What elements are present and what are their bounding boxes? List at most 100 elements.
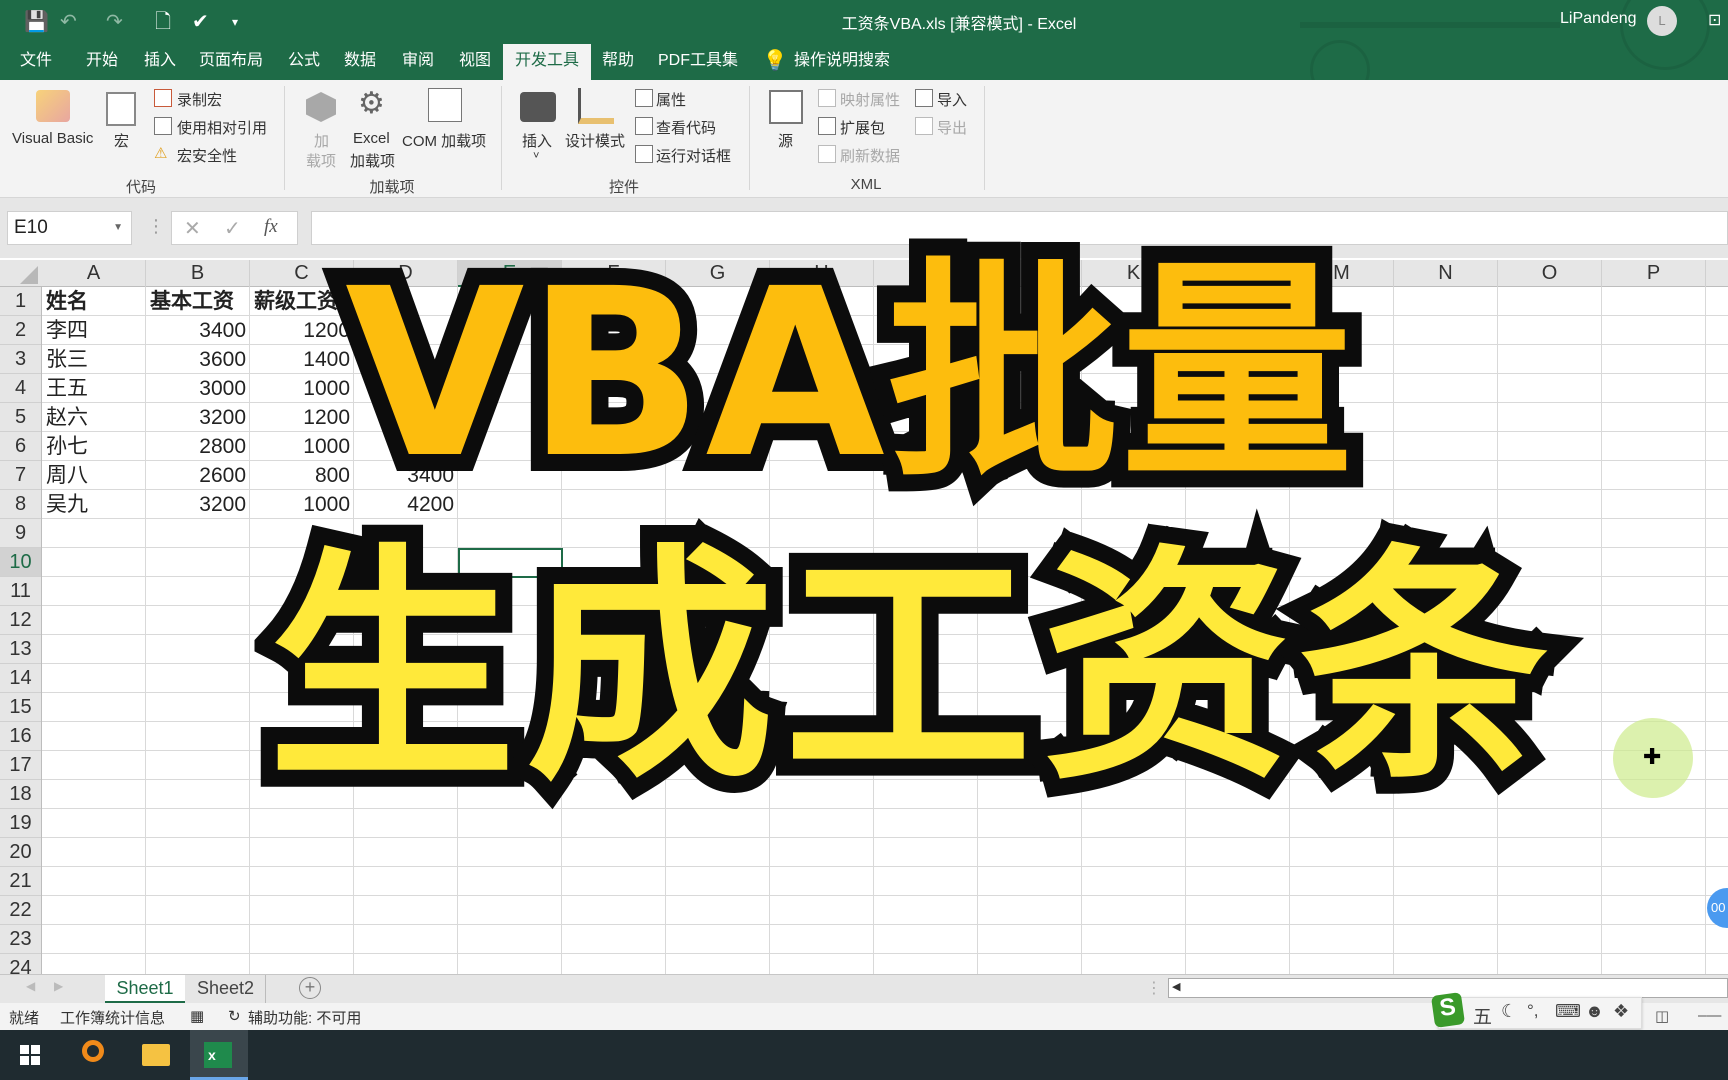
scroll-right-icon[interactable]: ▶ <box>54 979 63 993</box>
cell-a1[interactable]: 姓名 <box>42 287 146 316</box>
accessibility-status[interactable]: 辅助功能: 不可用 <box>248 1007 361 1028</box>
cell-c6[interactable]: 1000 <box>250 432 354 461</box>
column-header-n[interactable]: N <box>1394 260 1498 287</box>
splitter-handle[interactable]: ⋮ <box>147 216 165 237</box>
visual-basic-icon[interactable] <box>36 90 70 122</box>
moon-icon[interactable]: ☾ <box>1501 1001 1517 1022</box>
column-header-o[interactable]: O <box>1498 260 1602 287</box>
tab-pdf-tools[interactable]: PDF工具集 <box>658 44 738 80</box>
record-macro-button[interactable]: 录制宏 <box>177 89 222 110</box>
visual-basic-button[interactable]: Visual Basic <box>12 130 93 147</box>
sheet-tab-sheet2[interactable]: Sheet2 <box>186 975 266 1003</box>
keyboard-icon[interactable]: ⌨ <box>1555 1001 1581 1022</box>
tab-help[interactable]: 帮助 <box>602 44 634 80</box>
cell-c3[interactable]: 1400 <box>250 345 354 374</box>
cell-b4[interactable]: 3000 <box>146 374 250 403</box>
macros-icon[interactable] <box>106 92 136 126</box>
ime-mode[interactable]: 五 <box>1473 1002 1492 1029</box>
enter-icon[interactable]: ✓ <box>224 216 241 241</box>
search-icon[interactable] <box>82 1040 104 1062</box>
sogou-logo-icon[interactable]: S <box>1430 992 1466 1028</box>
cell-b7[interactable]: 2600 <box>146 461 250 490</box>
source-button[interactable]: 源 <box>778 130 793 151</box>
row-header-8[interactable]: 8 <box>0 490 41 519</box>
tab-file[interactable]: 文件 <box>20 44 52 80</box>
row-header-22[interactable]: 22 <box>0 896 41 925</box>
cell-c5[interactable]: 1200 <box>250 403 354 432</box>
macros-button[interactable]: 宏 <box>114 130 129 151</box>
row-header-18[interactable]: 18 <box>0 780 41 809</box>
cell-b5[interactable]: 3200 <box>146 403 250 432</box>
row-header-21[interactable]: 21 <box>0 867 41 896</box>
column-header-b[interactable]: B <box>146 260 250 287</box>
cell-b3[interactable]: 3600 <box>146 345 250 374</box>
insert-control-button[interactable]: 插入 <box>522 130 552 151</box>
lightbulb-icon[interactable]: 💡 <box>763 44 788 80</box>
windows-start-icon[interactable] <box>20 1045 40 1065</box>
cell-c7[interactable]: 800 <box>250 461 354 490</box>
row-header-10[interactable]: 10 <box>0 548 41 577</box>
design-mode-button[interactable]: 设计模式 <box>565 130 625 151</box>
column-header-a[interactable]: A <box>42 260 146 287</box>
row-header-14[interactable]: 14 <box>0 664 41 693</box>
map-properties-button[interactable]: 映射属性 <box>840 89 900 110</box>
macro-security-button[interactable]: 宏安全性 <box>177 145 237 166</box>
cell-b8[interactable]: 3200 <box>146 490 250 519</box>
user-name[interactable]: LiPandeng <box>1560 10 1637 28</box>
row-header-13[interactable]: 13 <box>0 635 41 664</box>
chevron-down-icon[interactable]: ▼ <box>113 212 123 244</box>
row-header-7[interactable]: 7 <box>0 461 41 490</box>
tab-review[interactable]: 审阅 <box>402 44 434 80</box>
row-header-20[interactable]: 20 <box>0 838 41 867</box>
row-header-9[interactable]: 9 <box>0 519 41 548</box>
tell-me-search[interactable]: 操作说明搜索 <box>794 44 890 80</box>
row-header-2[interactable]: 2 <box>0 316 41 345</box>
cancel-icon[interactable]: ✕ <box>184 216 201 241</box>
row-header-5[interactable]: 5 <box>0 403 41 432</box>
tab-insert[interactable]: 插入 <box>144 44 176 80</box>
page-layout-icon[interactable]: ◫ <box>1655 1007 1669 1025</box>
row-header-1[interactable]: 1 <box>0 287 41 316</box>
user-icon[interactable]: ☻ <box>1585 1001 1604 1022</box>
tab-formulas[interactable]: 公式 <box>288 44 320 80</box>
row-header-17[interactable]: 17 <box>0 751 41 780</box>
macro-record-icon[interactable]: ▦ <box>190 1007 204 1025</box>
file-explorer-icon[interactable] <box>142 1044 170 1066</box>
tab-home[interactable]: 开始 <box>86 44 118 80</box>
insert-function-icon[interactable]: fx <box>264 216 278 238</box>
refresh-data-button[interactable]: 刷新数据 <box>840 145 900 166</box>
scroll-left-icon[interactable]: ◀ <box>26 979 35 993</box>
splitter-handle[interactable]: ⋮ <box>1146 978 1162 998</box>
export-button[interactable]: 导出 <box>937 117 967 138</box>
row-header-23[interactable]: 23 <box>0 925 41 954</box>
tab-page-layout[interactable]: 页面布局 <box>199 44 263 80</box>
run-dialog-button[interactable]: 运行对话框 <box>656 145 731 166</box>
cell-c8[interactable]: 1000 <box>250 490 354 519</box>
add-sheet-icon[interactable]: + <box>299 977 321 999</box>
cell-a6[interactable]: 孙七 <box>42 432 146 461</box>
tab-data[interactable]: 数据 <box>344 44 376 80</box>
avatar[interactable]: L <box>1647 6 1677 36</box>
cell-b2[interactable]: 3400 <box>146 316 250 345</box>
tab-developer[interactable]: 开发工具 <box>502 44 592 80</box>
apps-icon[interactable]: ❖ <box>1613 1001 1629 1022</box>
row-header-11[interactable]: 11 <box>0 577 41 606</box>
row-header-19[interactable]: 19 <box>0 809 41 838</box>
zoom-slider[interactable]: –— <box>1698 1007 1721 1024</box>
select-all-button[interactable] <box>20 266 38 284</box>
column-header-p[interactable]: P <box>1602 260 1706 287</box>
workbook-stats-button[interactable]: 工作簿统计信息 <box>60 1007 165 1028</box>
excel-taskbar-button[interactable]: x <box>190 1030 248 1080</box>
row-header-15[interactable]: 15 <box>0 693 41 722</box>
row-header-16[interactable]: 16 <box>0 722 41 751</box>
name-box[interactable]: E10 ▼ <box>7 211 132 245</box>
properties-button[interactable]: 属性 <box>656 89 686 110</box>
cell-a4[interactable]: 王五 <box>42 374 146 403</box>
cell-c2[interactable]: 1200 <box>250 316 354 345</box>
view-code-button[interactable]: 查看代码 <box>656 117 716 138</box>
row-header-4[interactable]: 4 <box>0 374 41 403</box>
cell-c1[interactable]: 薪级工资 <box>250 287 354 316</box>
row-header-24[interactable]: 24 <box>0 954 41 974</box>
excel-addins-button[interactable]: Excel <box>353 130 390 147</box>
excel-addins-button-line2[interactable]: 加载项 <box>350 150 395 171</box>
